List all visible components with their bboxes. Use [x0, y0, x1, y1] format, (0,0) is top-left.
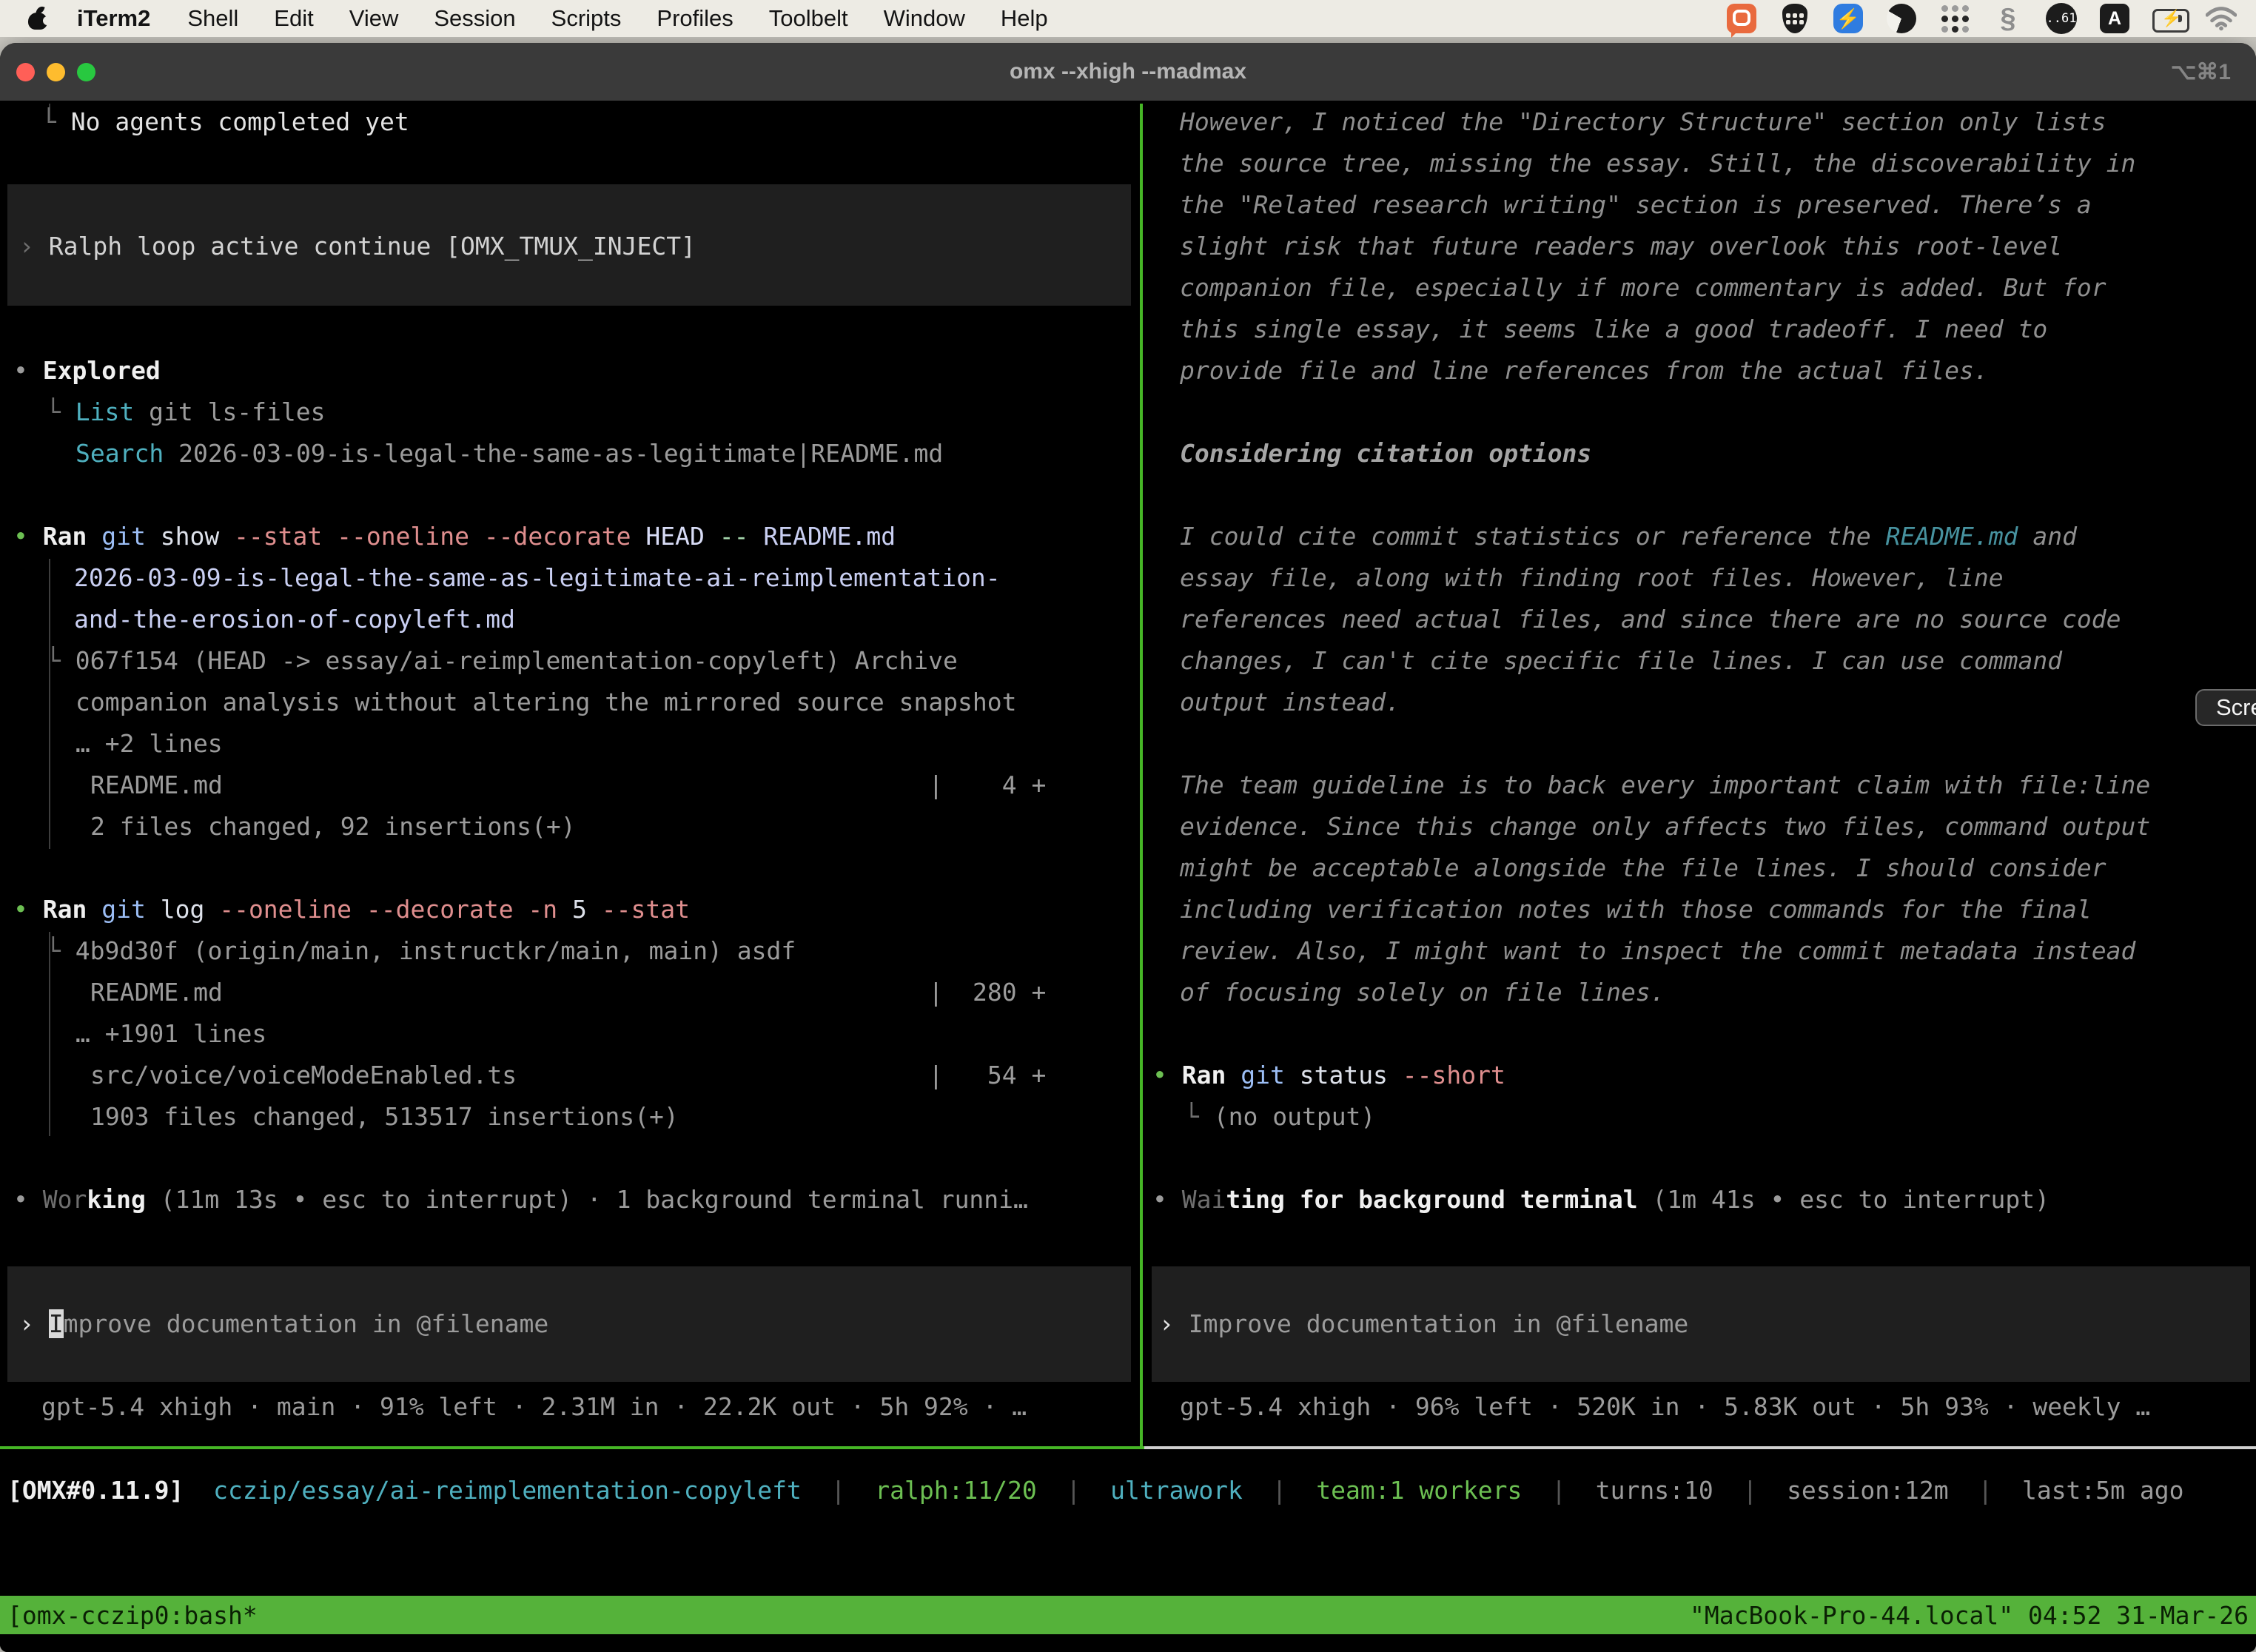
apple-menu-icon[interactable]	[28, 7, 47, 30]
right-pane-bottom-border	[1144, 1446, 2256, 1449]
omx-status-line: [OMX#0.11.9] cczip/essay/ai-reimplementa…	[7, 1470, 2184, 1511]
terminal-line: review. Also, I might want to inspect th…	[1180, 930, 2135, 972]
terminal-line: 2 files changed, 92 insertions(+)	[90, 806, 576, 847]
ran-git-status-command: • Ran git status --short	[1152, 1055, 1505, 1096]
menu-item-help[interactable]: Help	[983, 5, 1066, 32]
terminal-line: README.md | 4 +	[90, 765, 1046, 806]
terminal-line: this single essay, it seems like a good …	[1180, 309, 2047, 350]
waiting-status-line: • Waiting for background terminal (1m 41…	[1152, 1179, 2049, 1220]
thinking-heading: Considering citation options	[1180, 433, 1591, 474]
terminal-line: provide file and line references from th…	[1180, 350, 1989, 392]
terminal-line: └ (no output)	[1184, 1096, 1375, 1138]
window-shortcut-hint: ⌥⌘1	[2171, 59, 2231, 85]
prompt-input-line: › Improve documentation in @filename	[19, 1303, 548, 1345]
iterm2-window: omx --xhigh --madmax ⌥⌘1 └ No agents com…	[0, 43, 2256, 1652]
terminal-line: might be acceptable alongside the file l…	[1180, 847, 2106, 889]
terminal-line: … +2 lines	[75, 723, 223, 765]
dots-grid-icon[interactable]	[1939, 3, 1970, 34]
menu-bar: iTerm2 Shell Edit View Session Scripts P…	[0, 0, 2256, 37]
battery-percent-icon[interactable]: ..61	[2046, 3, 2077, 34]
screenshot-chat-icon[interactable]	[1726, 3, 1757, 34]
terminal-line: 1903 files changed, 513517 insertions(+)	[90, 1096, 679, 1138]
terminal-content: └ No agents completed yet › Ralph loop ac…	[0, 101, 2256, 1652]
explored-header: • Explored	[13, 350, 161, 392]
prompt-input-line: › Improve documentation in @filename	[1159, 1303, 1688, 1345]
terminal-line: companion file, especially if more comme…	[1180, 267, 2106, 309]
menu-item-session[interactable]: Session	[416, 5, 533, 32]
menu-app-name[interactable]: iTerm2	[58, 5, 169, 32]
working-status-line: • Working (11m 13s • esc to interrupt) ·…	[13, 1179, 1028, 1220]
agents-status-line: └ No agents completed yet	[41, 101, 409, 143]
terminal-line: of focusing solely on file lines.	[1180, 972, 1665, 1013]
menu-item-scripts[interactable]: Scripts	[534, 5, 639, 32]
terminal-line: and-the-erosion-of-copyleft.md	[74, 599, 515, 640]
screen-tooltip: Scre	[2195, 689, 2256, 726]
window-titlebar[interactable]: omx --xhigh --madmax ⌥⌘1	[0, 43, 2256, 101]
hex-bolt-icon[interactable]: ⚡	[1833, 3, 1864, 34]
menu-item-profiles[interactable]: Profiles	[639, 5, 751, 32]
thinking-paragraph: However, I noticed the "Directory Struct…	[1180, 101, 2106, 143]
terminal-line: The team guideline is to back every impo…	[1180, 765, 2150, 806]
menu-item-shell[interactable]: Shell	[169, 5, 256, 32]
tmux-session-window[interactable]: [omx-cczip0:bash*	[7, 1601, 258, 1630]
terminal-line: … +1901 lines	[75, 1013, 266, 1055]
left-pane-bottom-border	[0, 1446, 1144, 1449]
tmux-host-clock: "MacBook-Pro-44.local" 04:52 31-Mar-26	[1690, 1601, 2249, 1630]
terminal-line: src/voice/voiceModeEnabled.ts | 54 +	[90, 1055, 1046, 1096]
explored-search-item: Search 2026-03-09-is-legal-the-same-as-l…	[75, 433, 943, 474]
pane-divider[interactable]	[1140, 104, 1143, 1446]
terminal-line: the "Related research writing" section i…	[1180, 184, 2092, 226]
terminal-line: README.md | 280 +	[90, 972, 1046, 1013]
tmux-status-bar: [omx-cczip0:bash* "MacBook-Pro-44.local"…	[0, 1596, 2256, 1634]
wifi-icon[interactable]	[2206, 3, 2237, 34]
terminal-line: I could cite commit statistics or refere…	[1180, 516, 2077, 557]
menu-item-toolbelt[interactable]: Toolbelt	[751, 5, 866, 32]
pie-chart-icon[interactable]	[1886, 3, 1917, 34]
terminal-line: the source tree, missing the essay. Stil…	[1180, 143, 2135, 184]
terminal-line: 2026-03-09-is-legal-the-same-as-legitima…	[74, 557, 1001, 599]
menu-bar-left: iTerm2 Shell Edit View Session Scripts P…	[0, 5, 1066, 32]
terminal-line: slight risk that future readers may over…	[1180, 226, 2062, 267]
menu-item-view[interactable]: View	[332, 5, 417, 32]
ralph-loop-banner: › Ralph loop active continue [OMX_TMUX_I…	[19, 226, 696, 267]
model-status-line: gpt-5.4 xhigh · main · 91% left · 2.31M …	[41, 1386, 1027, 1428]
terminal-line: companion analysis without altering the …	[75, 682, 1017, 723]
shield-icon[interactable]	[1779, 3, 1810, 34]
terminal-line: including verification notes with those …	[1180, 889, 2092, 930]
menu-item-edit[interactable]: Edit	[256, 5, 331, 32]
accessibility-icon[interactable]: §	[1993, 3, 2024, 34]
terminal-line: references need actual files, and since …	[1180, 599, 2121, 640]
terminal-line: changes, I can't cite specific file line…	[1180, 640, 2062, 682]
terminal-line: output instead.	[1180, 682, 1400, 723]
explored-list-item: └ List git ls-files	[46, 392, 326, 433]
desktop: { "menu_bar": { "app_name": "iTerm2", "i…	[0, 0, 2256, 1652]
input-source-icon[interactable]: A	[2099, 3, 2130, 34]
menu-item-window[interactable]: Window	[866, 5, 983, 32]
terminal-line: evidence. Since this change only affects…	[1180, 806, 2150, 847]
commit-line: └ 067f154 (HEAD -> essay/ai-reimplementa…	[46, 640, 958, 682]
window-title: omx --xhigh --madmax	[0, 59, 2256, 84]
ran-git-log-command: • Ran git log --oneline --decorate -n 5 …	[13, 889, 690, 930]
commit-line: └ 4b9d30f (origin/main, instructkr/main,…	[46, 930, 796, 972]
menu-bar-status-icons: ⚡ § ..61 A ⚡	[1726, 3, 2256, 34]
battery-icon[interactable]: ⚡	[2152, 3, 2183, 34]
ran-git-show-command: • Ran git show --stat --oneline --decora…	[13, 516, 896, 557]
tree-guide	[49, 559, 50, 849]
terminal-line: essay file, along with finding root file…	[1180, 557, 2004, 599]
model-status-line: gpt-5.4 xhigh · 96% left · 520K in · 5.8…	[1180, 1386, 2150, 1428]
